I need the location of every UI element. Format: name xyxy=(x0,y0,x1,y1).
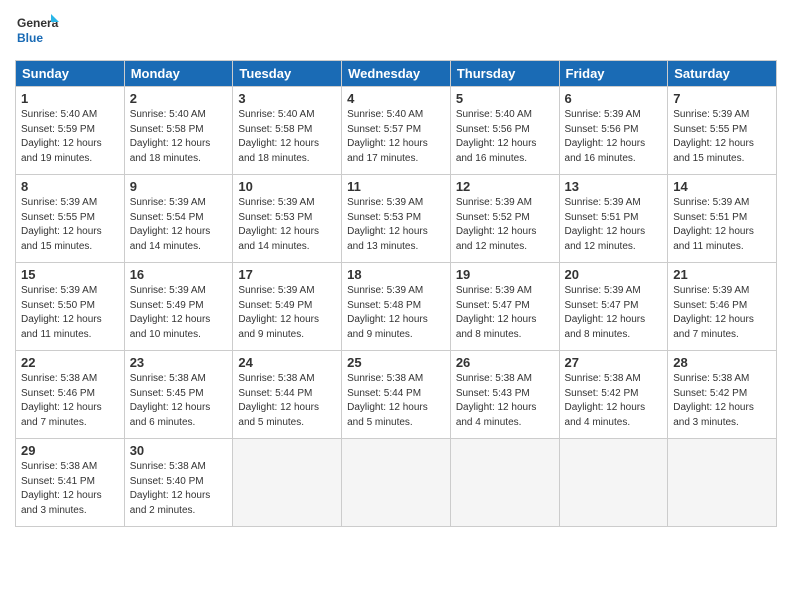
calendar-day-18: 18Sunrise: 5:39 AMSunset: 5:48 PMDayligh… xyxy=(342,263,451,351)
weekday-sunday: Sunday xyxy=(16,61,125,87)
weekday-wednesday: Wednesday xyxy=(342,61,451,87)
calendar-day-empty xyxy=(559,439,668,527)
calendar-day-12: 12Sunrise: 5:39 AMSunset: 5:52 PMDayligh… xyxy=(450,175,559,263)
calendar-week-1: 8Sunrise: 5:39 AMSunset: 5:55 PMDaylight… xyxy=(16,175,777,263)
calendar-day-23: 23Sunrise: 5:38 AMSunset: 5:45 PMDayligh… xyxy=(124,351,233,439)
calendar-day-25: 25Sunrise: 5:38 AMSunset: 5:44 PMDayligh… xyxy=(342,351,451,439)
calendar-day-28: 28Sunrise: 5:38 AMSunset: 5:42 PMDayligh… xyxy=(668,351,777,439)
calendar-week-4: 29Sunrise: 5:38 AMSunset: 5:41 PMDayligh… xyxy=(16,439,777,527)
calendar-day-13: 13Sunrise: 5:39 AMSunset: 5:51 PMDayligh… xyxy=(559,175,668,263)
calendar-week-0: 1Sunrise: 5:40 AMSunset: 5:59 PMDaylight… xyxy=(16,87,777,175)
calendar-day-6: 6Sunrise: 5:39 AMSunset: 5:56 PMDaylight… xyxy=(559,87,668,175)
calendar-table: SundayMondayTuesdayWednesdayThursdayFrid… xyxy=(15,60,777,527)
calendar-day-1: 1Sunrise: 5:40 AMSunset: 5:59 PMDaylight… xyxy=(16,87,125,175)
header: General Blue xyxy=(15,10,777,54)
svg-text:Blue: Blue xyxy=(17,31,43,45)
calendar-day-29: 29Sunrise: 5:38 AMSunset: 5:41 PMDayligh… xyxy=(16,439,125,527)
logo: General Blue xyxy=(15,10,59,54)
calendar-day-14: 14Sunrise: 5:39 AMSunset: 5:51 PMDayligh… xyxy=(668,175,777,263)
calendar-day-21: 21Sunrise: 5:39 AMSunset: 5:46 PMDayligh… xyxy=(668,263,777,351)
calendar-day-27: 27Sunrise: 5:38 AMSunset: 5:42 PMDayligh… xyxy=(559,351,668,439)
calendar-day-16: 16Sunrise: 5:39 AMSunset: 5:49 PMDayligh… xyxy=(124,263,233,351)
calendar-day-10: 10Sunrise: 5:39 AMSunset: 5:53 PMDayligh… xyxy=(233,175,342,263)
calendar-day-8: 8Sunrise: 5:39 AMSunset: 5:55 PMDaylight… xyxy=(16,175,125,263)
logo-svg: General Blue xyxy=(15,10,59,54)
calendar-day-empty xyxy=(668,439,777,527)
calendar-day-22: 22Sunrise: 5:38 AMSunset: 5:46 PMDayligh… xyxy=(16,351,125,439)
calendar-day-15: 15Sunrise: 5:39 AMSunset: 5:50 PMDayligh… xyxy=(16,263,125,351)
page: General Blue SundayMondayTuesdayWednesda… xyxy=(0,0,792,612)
calendar-day-3: 3Sunrise: 5:40 AMSunset: 5:58 PMDaylight… xyxy=(233,87,342,175)
calendar-day-24: 24Sunrise: 5:38 AMSunset: 5:44 PMDayligh… xyxy=(233,351,342,439)
calendar-day-4: 4Sunrise: 5:40 AMSunset: 5:57 PMDaylight… xyxy=(342,87,451,175)
calendar-day-empty xyxy=(450,439,559,527)
calendar-day-11: 11Sunrise: 5:39 AMSunset: 5:53 PMDayligh… xyxy=(342,175,451,263)
calendar-day-2: 2Sunrise: 5:40 AMSunset: 5:58 PMDaylight… xyxy=(124,87,233,175)
calendar-week-3: 22Sunrise: 5:38 AMSunset: 5:46 PMDayligh… xyxy=(16,351,777,439)
calendar-day-7: 7Sunrise: 5:39 AMSunset: 5:55 PMDaylight… xyxy=(668,87,777,175)
weekday-monday: Monday xyxy=(124,61,233,87)
calendar-day-20: 20Sunrise: 5:39 AMSunset: 5:47 PMDayligh… xyxy=(559,263,668,351)
calendar-day-30: 30Sunrise: 5:38 AMSunset: 5:40 PMDayligh… xyxy=(124,439,233,527)
weekday-saturday: Saturday xyxy=(668,61,777,87)
calendar-day-9: 9Sunrise: 5:39 AMSunset: 5:54 PMDaylight… xyxy=(124,175,233,263)
calendar-day-19: 19Sunrise: 5:39 AMSunset: 5:47 PMDayligh… xyxy=(450,263,559,351)
weekday-tuesday: Tuesday xyxy=(233,61,342,87)
calendar-day-26: 26Sunrise: 5:38 AMSunset: 5:43 PMDayligh… xyxy=(450,351,559,439)
weekday-header-row: SundayMondayTuesdayWednesdayThursdayFrid… xyxy=(16,61,777,87)
calendar-day-17: 17Sunrise: 5:39 AMSunset: 5:49 PMDayligh… xyxy=(233,263,342,351)
weekday-thursday: Thursday xyxy=(450,61,559,87)
calendar-day-empty xyxy=(233,439,342,527)
weekday-friday: Friday xyxy=(559,61,668,87)
calendar-day-5: 5Sunrise: 5:40 AMSunset: 5:56 PMDaylight… xyxy=(450,87,559,175)
calendar-day-empty xyxy=(342,439,451,527)
calendar-week-2: 15Sunrise: 5:39 AMSunset: 5:50 PMDayligh… xyxy=(16,263,777,351)
